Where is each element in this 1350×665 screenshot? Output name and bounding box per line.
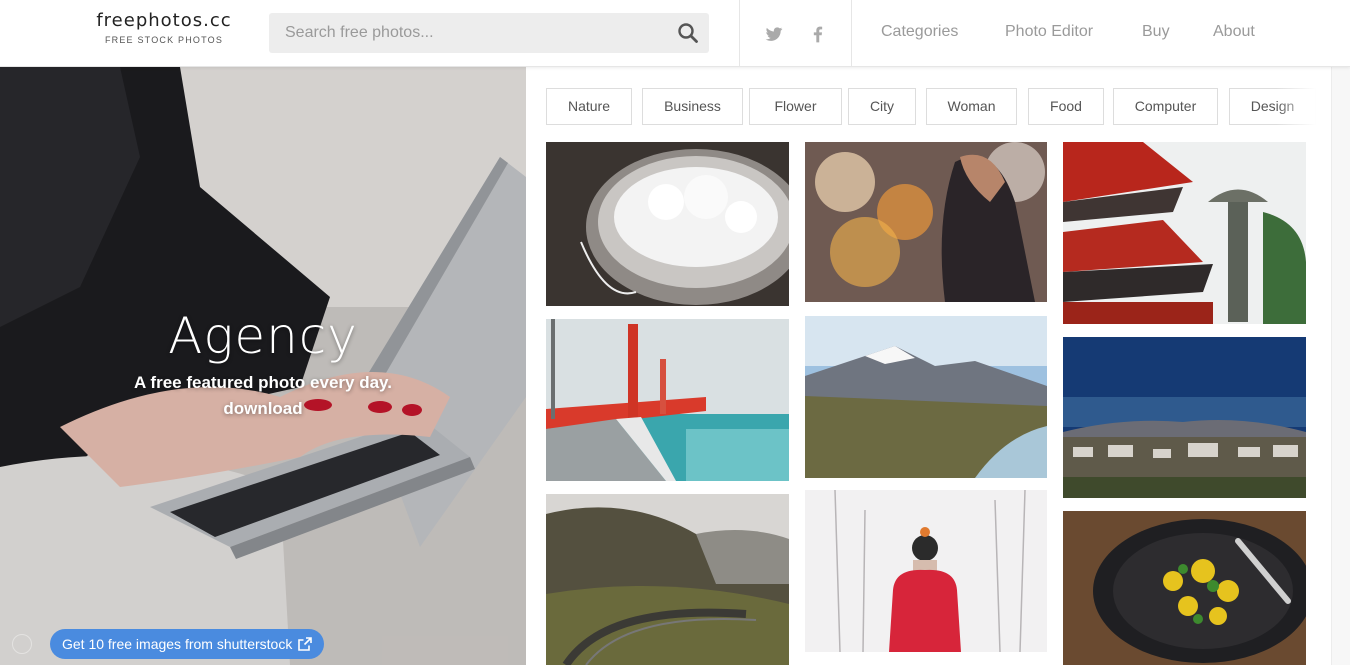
photo-red-bridge-fog-image [546, 319, 789, 481]
site-logo[interactable]: freephotos.cc FREE STOCK PHOTOS [89, 10, 239, 45]
nav-buy[interactable]: Buy [1142, 23, 1170, 41]
photo-flour-bowl[interactable] [546, 142, 789, 306]
photo-city-view-image [1063, 337, 1306, 498]
photo-woman-snow-image [805, 490, 1047, 652]
featured-photo[interactable]: Agency A free featured photo every day. … [0, 67, 526, 665]
logo-text: freephotos.cc [96, 10, 232, 31]
nav-photo-editor[interactable]: Photo Editor [1005, 23, 1093, 41]
category-chip-food[interactable]: Food [1028, 88, 1104, 125]
category-filter-bar: Nature Business Flower City Woman Food C… [546, 88, 1316, 125]
category-chip-flower[interactable]: Flower [749, 88, 842, 125]
photo-food-bowl[interactable] [1063, 511, 1306, 665]
twitter-icon[interactable] [764, 24, 784, 44]
photo-railway-valley[interactable] [546, 494, 789, 665]
search-bar [269, 13, 709, 53]
photo-city-view[interactable] [1063, 337, 1306, 498]
category-chip-city[interactable]: City [848, 88, 916, 125]
category-chip-computer[interactable]: Computer [1113, 88, 1218, 125]
site-header: freephotos.cc FREE STOCK PHOTOS Categori… [0, 0, 1350, 67]
info-icon[interactable] [12, 634, 32, 654]
promo-label: Get 10 free images from shutterstock [62, 636, 293, 652]
search-input[interactable] [269, 13, 659, 53]
photo-woman-snow[interactable] [805, 490, 1047, 652]
photo-pagoda-statue[interactable] [1063, 142, 1306, 324]
category-chip-woman[interactable]: Woman [926, 88, 1017, 125]
photo-food-bowl-image [1063, 511, 1306, 665]
hero-title: Agency [168, 307, 358, 365]
external-link-icon [298, 637, 313, 651]
nav-about[interactable]: About [1213, 23, 1255, 41]
header-divider [851, 0, 852, 67]
hero-subtitle: A free featured photo every day. [134, 373, 392, 392]
photo-pagoda-statue-image [1063, 142, 1306, 324]
photo-red-bridge-fog[interactable] [546, 319, 789, 481]
chips-fade [1276, 88, 1316, 125]
category-chip-business[interactable]: Business [642, 88, 743, 125]
shutterstock-promo-button[interactable]: Get 10 free images from shutterstock [50, 629, 325, 659]
hero-caption: Agency A free featured photo every day. … [0, 307, 526, 419]
photo-woman-blur-lights-image [805, 142, 1047, 302]
download-link[interactable]: download [0, 399, 526, 419]
page-scrollbar[interactable] [1331, 67, 1350, 665]
photo-railway-valley-image [546, 494, 789, 665]
facebook-icon[interactable] [808, 24, 828, 44]
photo-mountain-lake-image [805, 316, 1047, 478]
category-chip-nature[interactable]: Nature [546, 88, 632, 125]
photo-flour-bowl-image [546, 142, 789, 306]
search-icon[interactable] [677, 22, 699, 44]
photo-mountain-lake[interactable] [805, 316, 1047, 478]
header-divider [739, 0, 740, 67]
nav-categories[interactable]: Categories [881, 23, 958, 41]
photo-woman-blur-lights[interactable] [805, 142, 1047, 302]
logo-tagline: FREE STOCK PHOTOS [104, 35, 224, 45]
